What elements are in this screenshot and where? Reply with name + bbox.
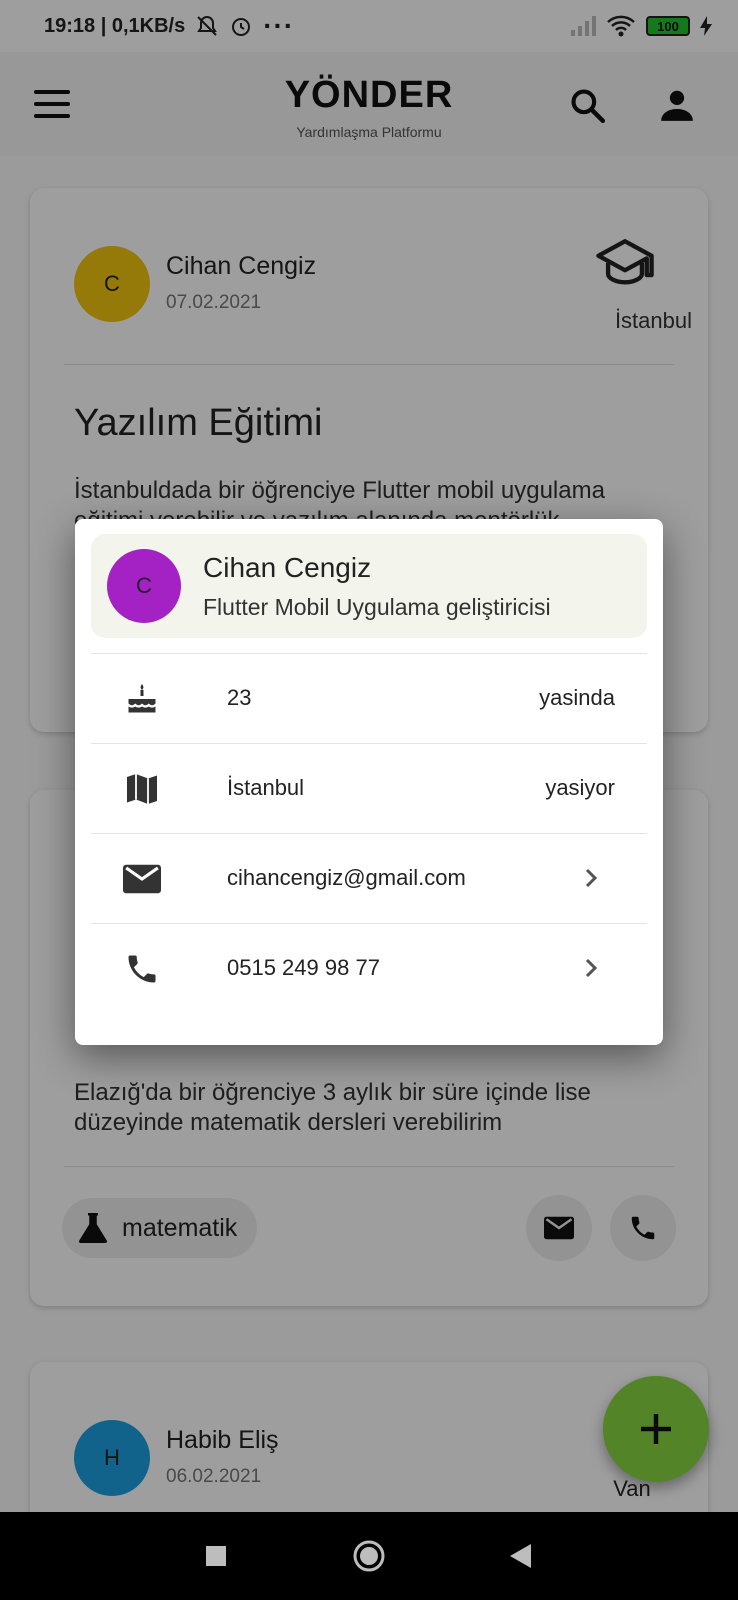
city-value: İstanbul — [227, 775, 305, 800]
cake-icon — [128, 684, 156, 713]
home-button[interactable] — [348, 1512, 390, 1600]
city-row: İstanbul yasiyor — [91, 743, 647, 833]
city-suffix: yasiyor — [545, 775, 615, 800]
age-value: 23 — [227, 685, 252, 710]
phone-row[interactable]: 0515 249 98 77 — [91, 923, 647, 1013]
recents-icon — [206, 1546, 226, 1566]
back-icon — [510, 1544, 531, 1568]
profile-header: C Cihan Cengiz Flutter Mobil Uygulama ge… — [91, 534, 647, 638]
phone-icon — [128, 955, 156, 983]
chevron-right-icon[interactable] — [579, 866, 603, 890]
email-value[interactable]: cihancengiz@gmail.com — [227, 865, 466, 891]
mail-icon — [123, 864, 161, 894]
email-row[interactable]: cihancengiz@gmail.com — [91, 833, 647, 923]
recents-button[interactable] — [196, 1512, 236, 1600]
avatar: C — [107, 549, 181, 623]
back-button[interactable] — [506, 1512, 536, 1600]
system-nav-bar — [0, 1512, 738, 1600]
phone-value[interactable]: 0515 249 98 77 — [227, 955, 380, 981]
chevron-right-icon[interactable] — [579, 956, 603, 980]
map-icon — [127, 774, 157, 804]
profile-name: Cihan Cengiz — [203, 552, 372, 583]
age-suffix: yasinda — [539, 685, 615, 710]
profile-role: Flutter Mobil Uygulama geliştiricisi — [203, 594, 551, 620]
age-row: 23 yasinda — [91, 653, 647, 743]
home-icon — [353, 1540, 385, 1572]
profile-dialog: C Cihan Cengiz Flutter Mobil Uygulama ge… — [75, 519, 663, 1045]
